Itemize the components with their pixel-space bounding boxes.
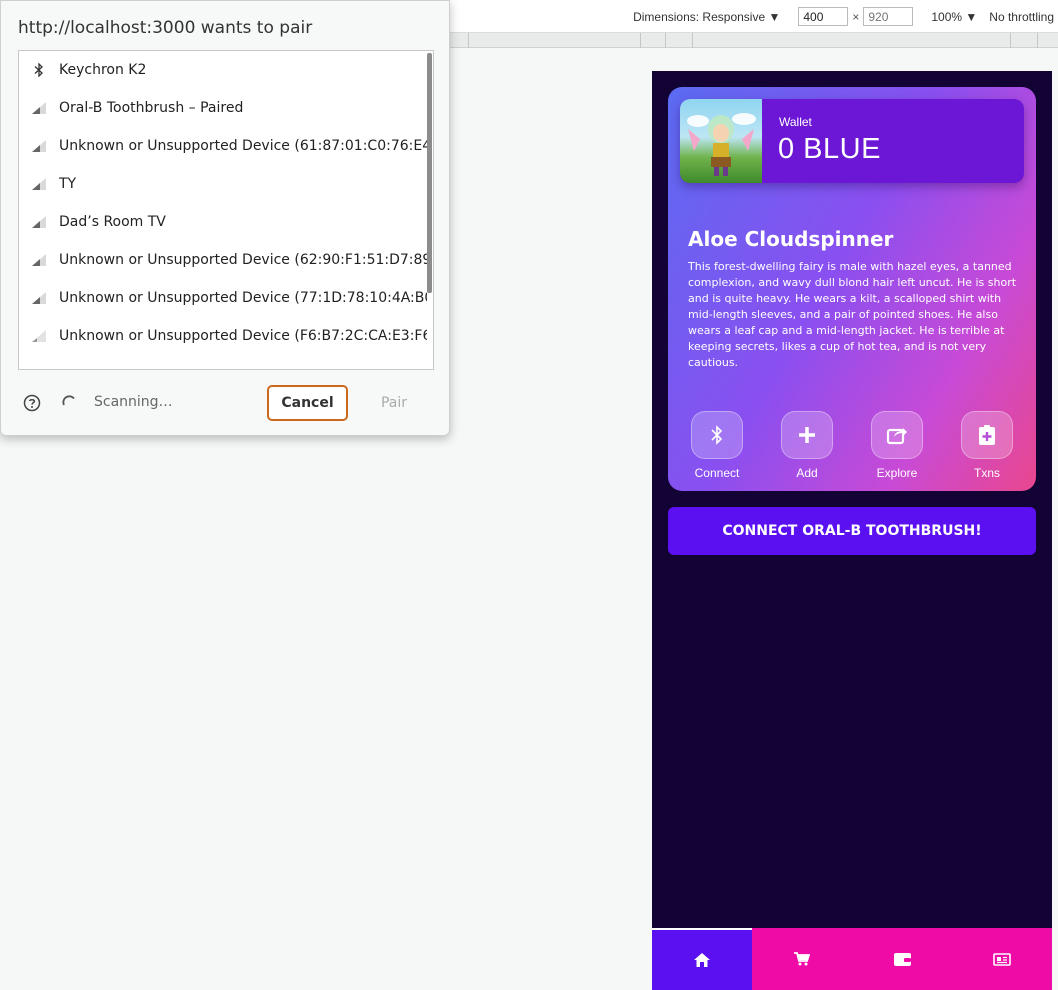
device-name: Unknown or Unsupported Device (61:87:01:… xyxy=(59,138,427,154)
bottom-nav xyxy=(652,928,1052,990)
txns-action-button[interactable]: Txns xyxy=(947,411,1027,480)
wallet-icon xyxy=(893,953,911,966)
device-item[interactable]: Oral-B Toothbrush – Paired xyxy=(19,89,427,127)
device-item[interactable]: Unknown or Unsupported Device (61:87:01:… xyxy=(19,127,427,165)
scanning-status: Scanning… xyxy=(94,394,173,410)
nav-home-tab[interactable] xyxy=(652,928,752,990)
signal-strength-icon xyxy=(32,178,46,190)
bluetooth-icon xyxy=(711,425,723,445)
device-item[interactable]: Unknown or Unsupported Device (F6:B7:2C:… xyxy=(19,317,427,355)
throttling-select[interactable]: No throttling xyxy=(989,10,1054,24)
nav-shop-tab[interactable] xyxy=(752,928,852,990)
wallet-box: Wallet 0 BLUE xyxy=(680,99,1024,183)
pair-button[interactable]: Pair xyxy=(358,385,430,421)
device-list[interactable]: Keychron K2 Oral-B Toothbrush – Paired U… xyxy=(18,50,434,370)
devtools-controls: Dimensions: Responsive ▼ × 100% ▼ No thr… xyxy=(633,7,1054,26)
home-icon xyxy=(694,953,710,967)
cancel-button[interactable]: Cancel xyxy=(267,385,348,421)
app-viewport: Wallet 0 BLUE Aloe Cloudspinner This for… xyxy=(652,71,1052,990)
signal-strength-icon xyxy=(32,330,46,342)
nav-news-tab[interactable] xyxy=(952,928,1052,990)
spinner-icon xyxy=(62,395,75,406)
action-row: Connect Add Explore Txns xyxy=(668,411,1036,481)
explore-action-button[interactable]: Explore xyxy=(857,411,937,480)
device-name: Unknown or Unsupported Device (77:1D:78:… xyxy=(59,290,427,306)
times-label: × xyxy=(852,9,860,24)
device-item[interactable]: Unknown or Unsupported Device (77:1D:78:… xyxy=(19,279,427,317)
dimensions-select[interactable]: Dimensions: Responsive ▼ xyxy=(633,10,780,24)
add-action-label: Add xyxy=(796,466,818,480)
clipboard-plus-icon xyxy=(979,425,995,445)
plus-icon xyxy=(799,427,815,443)
character-name: Aloe Cloudspinner xyxy=(688,227,894,251)
connect-action-label: Connect xyxy=(694,466,740,480)
wallet-label: Wallet xyxy=(779,115,812,129)
character-avatar xyxy=(680,99,762,183)
signal-strength-icon xyxy=(32,292,46,304)
character-description: This forest-dwelling fairy is male with … xyxy=(688,260,1017,369)
txns-action-label: Txns xyxy=(973,466,1000,480)
explore-action-label: Explore xyxy=(876,466,918,480)
height-input[interactable] xyxy=(863,7,914,26)
signal-strength-icon xyxy=(32,102,46,114)
wallet-balance: 0 BLUE xyxy=(778,133,881,165)
connect-action-button[interactable]: Connect xyxy=(677,411,757,480)
device-item[interactable]: Keychron K2 xyxy=(19,51,427,89)
device-name: Keychron K2 xyxy=(59,62,147,78)
profile-card: Wallet 0 BLUE Aloe Cloudspinner This for… xyxy=(668,87,1036,491)
add-action-button[interactable]: Add xyxy=(767,411,847,480)
connect-toothbrush-button[interactable]: CONNECT ORAL-B TOOTHBRUSH! xyxy=(668,507,1036,555)
help-icon[interactable] xyxy=(23,394,41,412)
device-name: Unknown or Unsupported Device (F6:B7:2C:… xyxy=(59,328,427,344)
share-icon xyxy=(886,428,907,445)
bluetooth-icon xyxy=(34,63,43,77)
nav-wallet-tab[interactable] xyxy=(852,928,952,990)
width-input[interactable] xyxy=(798,7,849,26)
dialog-title: http://localhost:3000 wants to pair xyxy=(18,18,313,38)
device-name: TY xyxy=(59,176,77,192)
device-name: Oral-B Toothbrush – Paired xyxy=(59,100,244,116)
device-name: Unknown or Unsupported Device (62:90:F1:… xyxy=(59,252,427,268)
signal-strength-icon xyxy=(32,254,46,266)
device-name: Dad’s Room TV xyxy=(59,214,166,230)
device-item[interactable]: Unknown or Unsupported Device (62:90:F1:… xyxy=(19,241,427,279)
device-item[interactable]: TY xyxy=(19,165,427,203)
device-list-scrollbar[interactable] xyxy=(427,53,432,293)
newspaper-icon xyxy=(993,952,1011,966)
zoom-select[interactable]: 100% ▼ xyxy=(931,10,977,24)
signal-strength-icon xyxy=(32,140,46,152)
device-item[interactable]: Dad’s Room TV xyxy=(19,203,427,241)
cart-icon xyxy=(794,952,810,966)
bluetooth-pair-dialog: http://localhost:3000 wants to pair Keyc… xyxy=(0,0,450,436)
signal-strength-icon xyxy=(32,216,46,228)
